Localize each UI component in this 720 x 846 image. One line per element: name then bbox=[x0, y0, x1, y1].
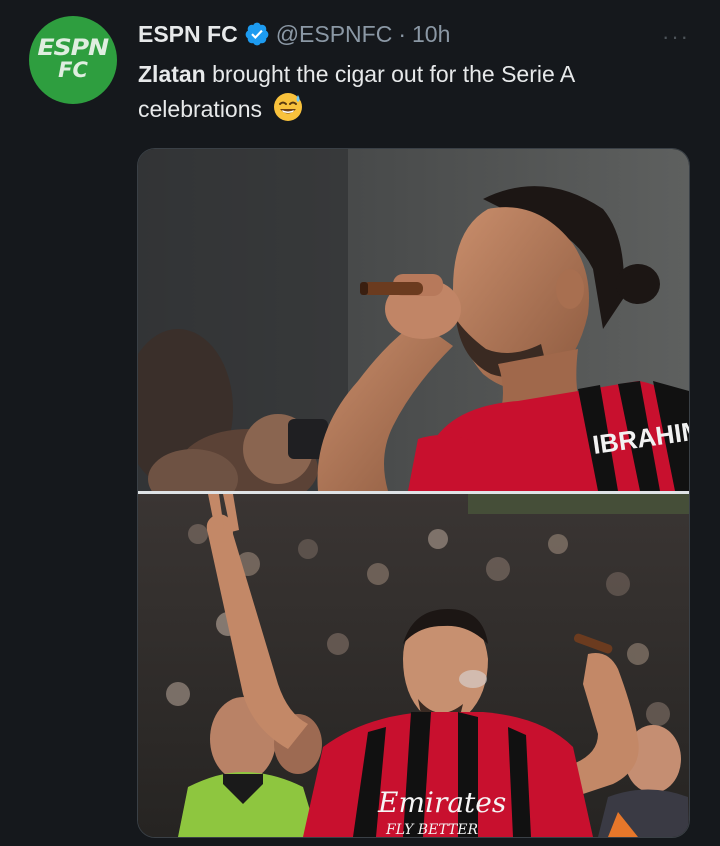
avatar[interactable]: ESPN FC bbox=[29, 16, 117, 104]
jersey-sponsor-subtext: FLY BETTER bbox=[385, 822, 478, 837]
more-options-icon[interactable]: ··· bbox=[662, 24, 690, 50]
avatar-logo-espn: ESPN bbox=[37, 36, 110, 61]
verified-badge-icon bbox=[245, 22, 269, 46]
smiling-face-with-sweat-icon bbox=[274, 93, 303, 121]
avatar-logo-fc: FC bbox=[58, 58, 88, 82]
tweet-card[interactable]: ESPN FC ESPN FC @ESPNFC · 10h ··· Zlatan… bbox=[0, 0, 720, 846]
tweet-text-bold: Zlatan bbox=[138, 61, 206, 87]
separator-dot: · bbox=[398, 20, 406, 47]
tweet-text: Zlatan brought the cigar out for the Ser… bbox=[138, 58, 678, 126]
tweet-header: ESPN FC @ESPNFC · 10h bbox=[138, 18, 450, 50]
photo-celebration[interactable]: Emirates FLY BETTER bbox=[138, 494, 689, 837]
photo-cigar-closeup[interactable]: IBRAHIMOVIC bbox=[138, 149, 689, 491]
jersey-sponsor-text: Emirates bbox=[377, 786, 506, 819]
display-name[interactable]: ESPN FC bbox=[138, 21, 238, 48]
tweet-media[interactable]: IBRAHIMOVIC Emirates FLY BETTER bbox=[137, 148, 690, 838]
timestamp[interactable]: 10h bbox=[412, 21, 450, 48]
handle[interactable]: @ESPNFC bbox=[276, 21, 393, 48]
